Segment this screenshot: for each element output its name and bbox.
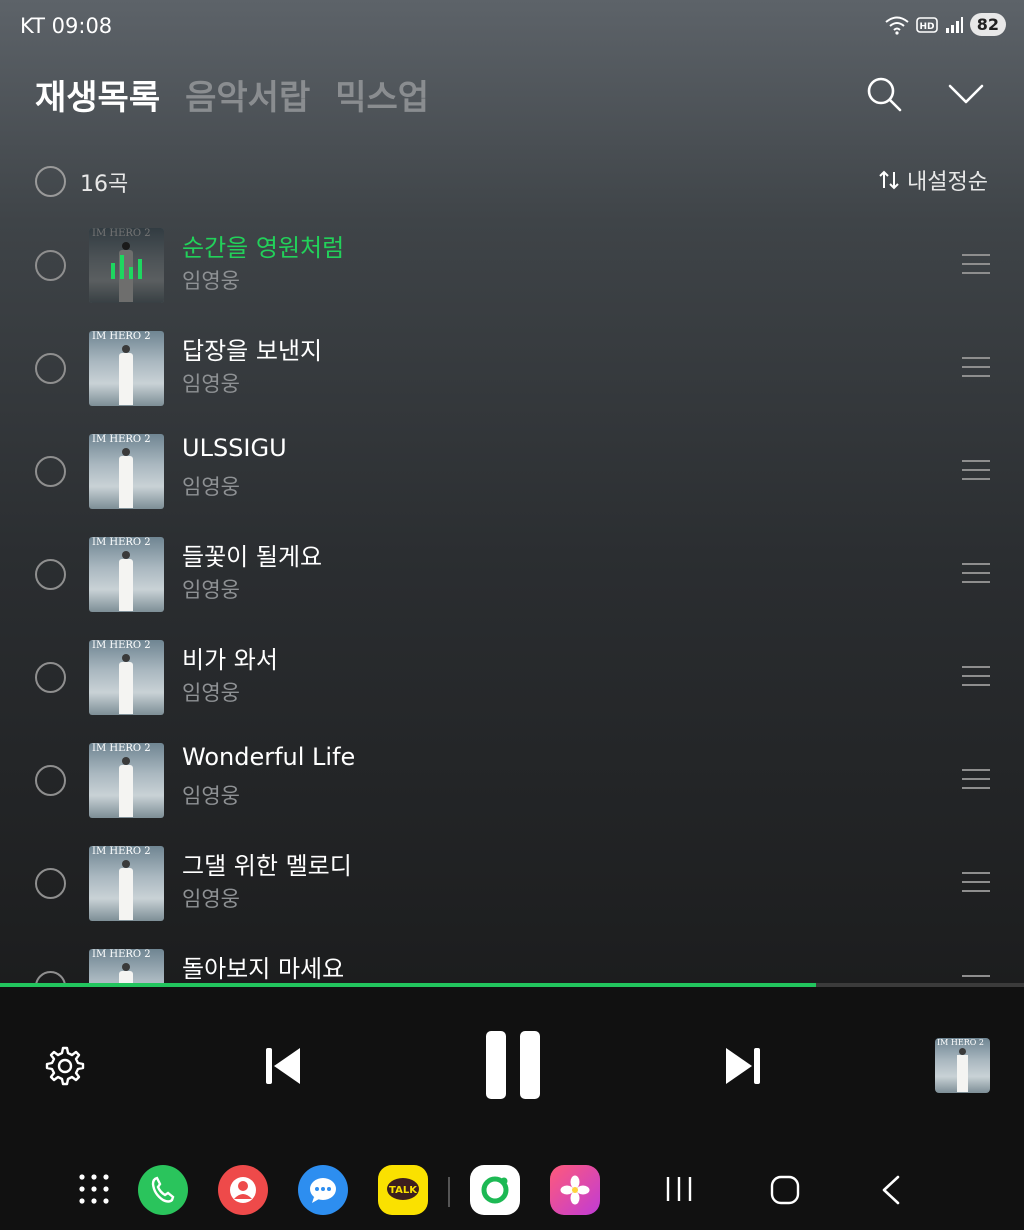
album-art-thumbnail: IM HERO 2 [89, 331, 164, 406]
album-art-thumbnail: IM HERO 2 [89, 743, 164, 818]
song-checkbox[interactable] [35, 456, 66, 487]
list-header: 16곡 내설정순 [0, 160, 1024, 204]
album-art-thumbnail: IM HERO 2 [89, 949, 164, 983]
chevron-down-icon[interactable] [946, 74, 986, 114]
now-playing-equalizer-icon [111, 255, 142, 279]
battery-indicator: 82 [969, 13, 1006, 36]
home-icon[interactable] [770, 1175, 800, 1205]
song-row[interactable]: IM HERO 2 들꽃이 될게요임영웅 [0, 522, 1024, 625]
drag-handle-icon[interactable] [962, 460, 990, 480]
kakaotalk-label: TALK [389, 1185, 418, 1196]
status-icons: HD 82 [884, 13, 1006, 36]
song-title: 들꽃이 될게요 [182, 543, 323, 571]
album-art-text: IM HERO 2 [92, 537, 151, 548]
album-art-text: IM HERO 2 [92, 434, 151, 445]
apps-grid-icon[interactable] [78, 1173, 110, 1205]
phone-icon[interactable] [138, 1165, 188, 1215]
song-artist: 임영웅 [182, 784, 240, 808]
album-art-thumbnail: IM HERO 2 [89, 434, 164, 509]
song-count: 16곡 [80, 172, 129, 197]
song-row[interactable]: IM HERO 2 그댈 위한 멜로디임영웅 [0, 831, 1024, 934]
album-art-text: IM HERO 2 [92, 949, 151, 960]
drag-handle-icon[interactable] [962, 666, 990, 686]
song-row[interactable]: IM HERO 2 비가 와서임영웅 [0, 625, 1024, 728]
gallery-icon[interactable] [550, 1165, 600, 1215]
status-bar: KT 09:08 HD 82 [0, 0, 1024, 56]
album-art-text: IM HERO 2 [92, 743, 151, 754]
album-art-thumbnail: IM HERO 2 [89, 640, 164, 715]
signal-icon [945, 16, 963, 33]
kakaotalk-icon[interactable]: TALK [378, 1165, 428, 1215]
hd-icon: HD [915, 16, 938, 33]
drag-handle-icon[interactable] [962, 254, 990, 274]
settings-gear-icon[interactable] [44, 1045, 86, 1087]
svg-text:HD: HD [919, 22, 934, 32]
song-artist: 임영웅 [182, 681, 240, 705]
song-row[interactable]: IM HERO 2 순간을 영원처럼임영웅 [0, 213, 1024, 316]
song-checkbox[interactable] [35, 765, 66, 796]
song-checkbox[interactable] [35, 868, 66, 899]
song-checkbox[interactable] [35, 559, 66, 590]
player-controls: IM HERO 2 [0, 987, 1024, 1137]
next-track-icon[interactable] [722, 1045, 764, 1087]
album-art-thumbnail: IM HERO 2 [89, 537, 164, 612]
song-title: 돌아보지 마세요 [182, 955, 345, 983]
tab-mixup[interactable]: 믹스업 [335, 70, 429, 119]
song-title: 답장을 보낸지 [182, 337, 323, 365]
song-row[interactable]: IM HERO 2돌아보지 마세요임영웅 [0, 934, 1024, 983]
sort-button[interactable]: 내설정순 [877, 164, 988, 196]
tab-music-drawer[interactable]: 음악서랍 [185, 70, 310, 119]
song-artist: 임영웅 [182, 372, 240, 396]
album-art-text: IM HERO 2 [92, 640, 151, 651]
song-title: 비가 와서 [182, 646, 278, 674]
album-art-text: IM HERO 2 [937, 1038, 984, 1047]
drag-handle-icon[interactable] [962, 563, 990, 583]
sort-label: 내설정순 [907, 170, 988, 195]
song-title: 순간을 영원처럼 [182, 234, 345, 262]
song-checkbox[interactable] [35, 353, 66, 384]
previous-track-icon[interactable] [262, 1045, 304, 1087]
song-checkbox[interactable] [35, 971, 66, 983]
back-icon[interactable] [878, 1175, 904, 1205]
album-art-text: IM HERO 2 [92, 331, 151, 342]
song-checkbox[interactable] [35, 662, 66, 693]
drag-handle-icon[interactable] [962, 872, 990, 892]
navigation-bar: TALK [0, 1137, 1024, 1230]
song-artist: 임영웅 [182, 887, 240, 911]
contacts-icon[interactable] [218, 1165, 268, 1215]
drag-handle-icon[interactable] [962, 769, 990, 789]
album-art-thumbnail: IM HERO 2 [89, 846, 164, 921]
now-playing-album-art[interactable]: IM HERO 2 [935, 1038, 990, 1093]
song-artist: 임영웅 [182, 578, 240, 602]
song-row[interactable]: IM HERO 2 ULSSIGU 임영웅 [0, 419, 1024, 522]
song-row[interactable]: IM HERO 2 Wonderful Life 임영웅 [0, 728, 1024, 831]
sort-icon [879, 170, 899, 190]
recent-apps-icon[interactable] [664, 1175, 694, 1203]
tab-playlist[interactable]: 재생목록 [35, 70, 160, 119]
carrier-time: KT 09:08 [20, 14, 113, 38]
song-title: ULSSIGU [182, 434, 287, 462]
select-all-checkbox[interactable] [35, 166, 66, 197]
drag-handle-icon[interactable] [962, 975, 990, 983]
dock-separator [448, 1177, 450, 1207]
song-list: IM HERO 2 순간을 영원처럼 임영웅 IM HERO 2 답장을 보낸지 임영웅 I… [0, 213, 1024, 983]
song-title: 그댈 위한 멜로디 [182, 852, 352, 880]
wifi-icon [885, 16, 909, 35]
song-title: Wonderful Life [182, 743, 356, 771]
song-row[interactable]: IM HERO 2 답장을 보낸지임영웅 [0, 316, 1024, 419]
album-art-text: IM HERO 2 [92, 846, 151, 857]
tab-bar: 재생목록 음악서랍 믹스업 [35, 70, 429, 119]
song-checkbox[interactable] [35, 250, 66, 281]
drag-handle-icon[interactable] [962, 357, 990, 377]
song-artist: 임영웅 [182, 269, 240, 293]
search-icon[interactable] [864, 74, 904, 114]
pause-icon[interactable] [484, 1029, 542, 1101]
album-art-thumbnail: IM HERO 2 [89, 228, 164, 303]
song-artist: 임영웅 [182, 475, 240, 499]
messages-icon[interactable] [298, 1165, 348, 1215]
album-art-text: IM HERO 2 [92, 228, 151, 239]
camera-icon[interactable] [470, 1165, 520, 1215]
